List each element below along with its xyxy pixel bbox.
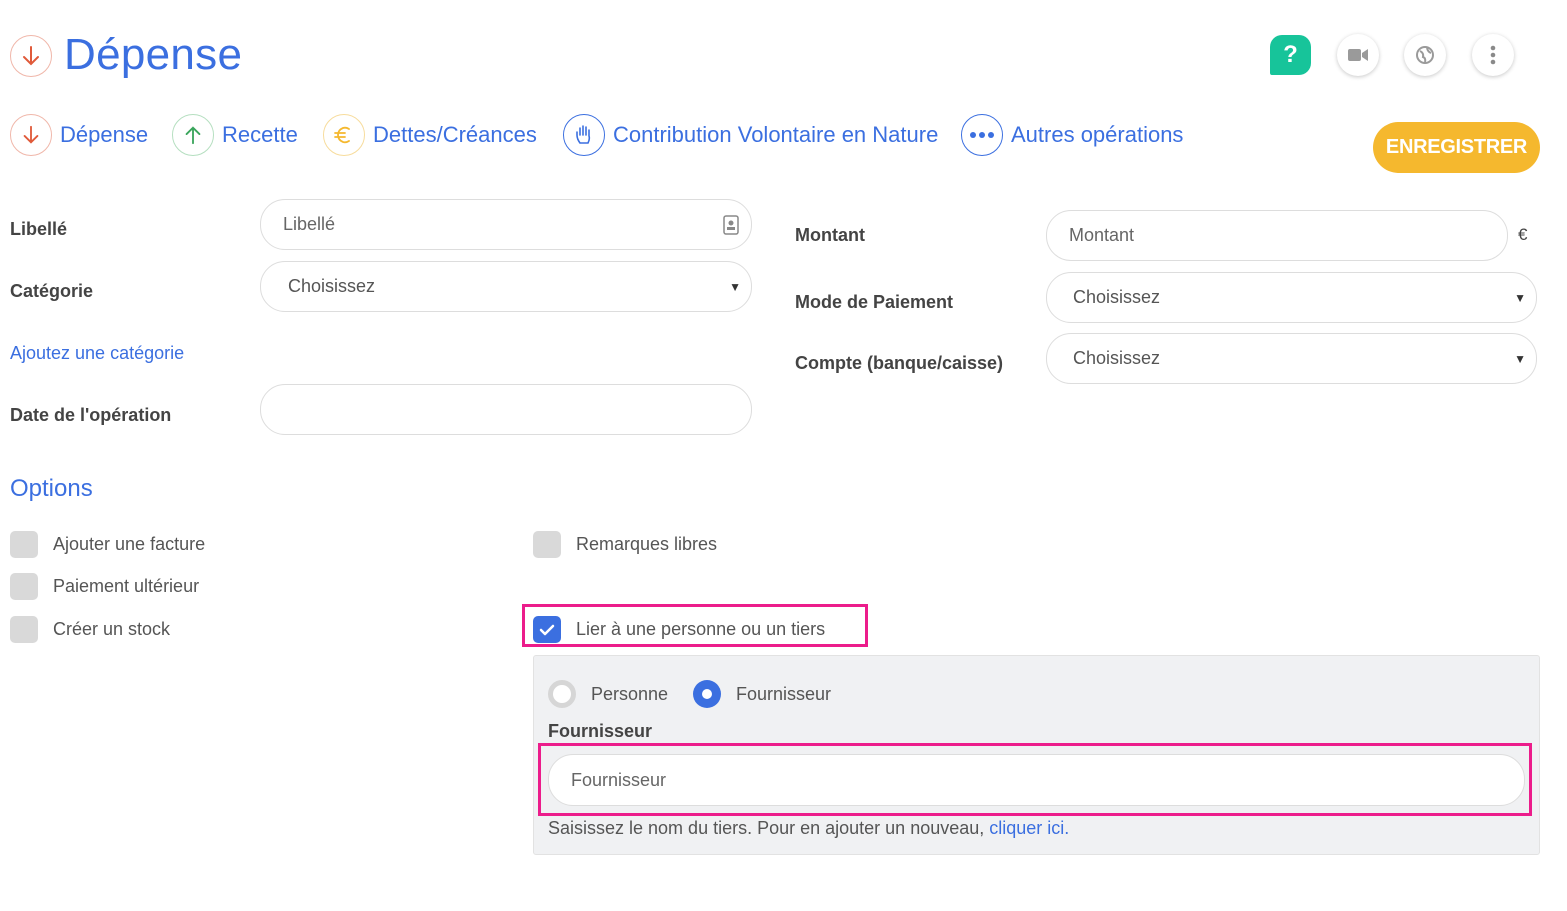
page-title: Dépense — [64, 30, 243, 79]
hand-icon — [563, 114, 605, 156]
globe-icon — [1416, 46, 1434, 64]
fournisseur-label: Fournisseur — [548, 721, 653, 741]
caret-down-icon: ▼ — [729, 279, 741, 294]
radio-label: Personne — [591, 683, 669, 704]
radio-fournisseur[interactable]: Fournisseur — [693, 680, 831, 708]
checkmark-icon — [539, 624, 555, 635]
option-label: Paiement ultérieur — [53, 576, 200, 596]
radio-label: Fournisseur — [736, 683, 832, 704]
option-creer-stock[interactable]: Créer un stock — [10, 616, 170, 643]
save-button[interactable]: ENREGISTRER — [1373, 122, 1540, 173]
radio-personne[interactable]: Personne — [548, 680, 668, 708]
mode-paiement-selected: Choisissez — [1073, 287, 1161, 307]
checkbox[interactable] — [10, 531, 38, 558]
op-type-dettes[interactable]: Dettes/Créances — [323, 113, 537, 157]
categorie-label: Catégorie — [10, 281, 94, 301]
option-lier-tiers[interactable]: Lier à une personne ou un tiers — [533, 616, 825, 643]
op-type-label: Dettes/Créances — [373, 122, 537, 147]
caret-down-icon: ▼ — [1514, 351, 1526, 366]
option-label: Lier à une personne ou un tiers — [576, 619, 826, 639]
op-type-label: Autres opérations — [1011, 122, 1184, 147]
currency-symbol: € — [1518, 225, 1528, 244]
option-remarques-libres[interactable]: Remarques libres — [533, 531, 717, 558]
option-label: Créer un stock — [53, 619, 171, 639]
montant-input[interactable]: Montant — [1046, 210, 1508, 261]
op-type-label: Recette — [222, 122, 298, 147]
op-type-autres[interactable]: Autres opérations — [961, 113, 1183, 157]
checkbox[interactable] — [10, 616, 38, 643]
radio-button[interactable] — [548, 680, 576, 708]
compte-select[interactable]: Choisissez ▼ — [1046, 333, 1537, 384]
video-button[interactable] — [1337, 34, 1379, 76]
date-label: Date de l'opération — [10, 405, 172, 425]
help-button[interactable]: ? — [1270, 35, 1311, 75]
globe-button[interactable] — [1404, 34, 1446, 76]
more-options-button[interactable] — [1472, 34, 1514, 76]
op-type-depense[interactable]: Dépense — [10, 113, 148, 157]
op-type-recette[interactable]: Recette — [172, 113, 298, 157]
mode-paiement-select[interactable]: Choisissez ▼ — [1046, 272, 1537, 323]
categorie-selected: Choisissez — [288, 276, 376, 296]
tiers-help-text: Saisissez le nom du tiers. Pour en ajout… — [548, 818, 1069, 839]
contact-card-icon — [723, 215, 739, 235]
add-category-link[interactable]: Ajoutez une catégorie — [10, 343, 184, 364]
option-paiement-ulterieur[interactable]: Paiement ultérieur — [10, 573, 199, 600]
radio-button-selected[interactable] — [693, 680, 721, 708]
date-input[interactable] — [260, 384, 752, 435]
euro-icon — [323, 114, 365, 156]
video-icon — [1348, 49, 1368, 61]
more-horizontal-icon — [961, 114, 1003, 156]
option-ajouter-facture[interactable]: Ajouter une facture — [10, 531, 205, 558]
option-label: Remarques libres — [576, 534, 718, 554]
montant-placeholder: Montant — [1069, 225, 1135, 245]
montant-label: Montant — [795, 225, 865, 245]
add-tiers-link[interactable]: cliquer ici. — [989, 818, 1069, 838]
caret-down-icon: ▼ — [1514, 290, 1526, 305]
fournisseur-placeholder: Fournisseur — [571, 769, 667, 790]
arrow-up-icon — [172, 114, 214, 156]
fournisseur-input[interactable]: Fournisseur — [548, 754, 1525, 806]
options-title: Options — [10, 475, 93, 502]
libelle-placeholder: Libellé — [283, 214, 336, 234]
option-label: Ajouter une facture — [53, 534, 206, 554]
libelle-input[interactable]: Libellé — [260, 199, 752, 250]
compte-label: Compte (banque/caisse) — [795, 353, 1004, 373]
categorie-select[interactable]: Choisissez ▼ — [260, 261, 752, 312]
libelle-label: Libellé — [10, 219, 68, 239]
expense-title-icon — [10, 35, 52, 77]
checkbox-checked[interactable] — [533, 616, 561, 643]
arrow-down-icon — [23, 46, 39, 66]
mode-paiement-label: Mode de Paiement — [795, 292, 954, 312]
op-type-contribution[interactable]: Contribution Volontaire en Nature — [563, 113, 938, 157]
op-type-label: Dépense — [60, 122, 149, 147]
compte-selected: Choisissez — [1073, 348, 1161, 368]
op-type-label: Contribution Volontaire en Nature — [613, 122, 939, 147]
arrow-down-icon — [10, 114, 52, 156]
help-text: Saisissez le nom du tiers. Pour en ajout… — [548, 818, 990, 838]
checkbox[interactable] — [533, 531, 561, 558]
checkbox[interactable] — [10, 573, 38, 600]
more-vertical-icon — [1490, 45, 1496, 65]
help-icon: ? — [1283, 41, 1298, 68]
